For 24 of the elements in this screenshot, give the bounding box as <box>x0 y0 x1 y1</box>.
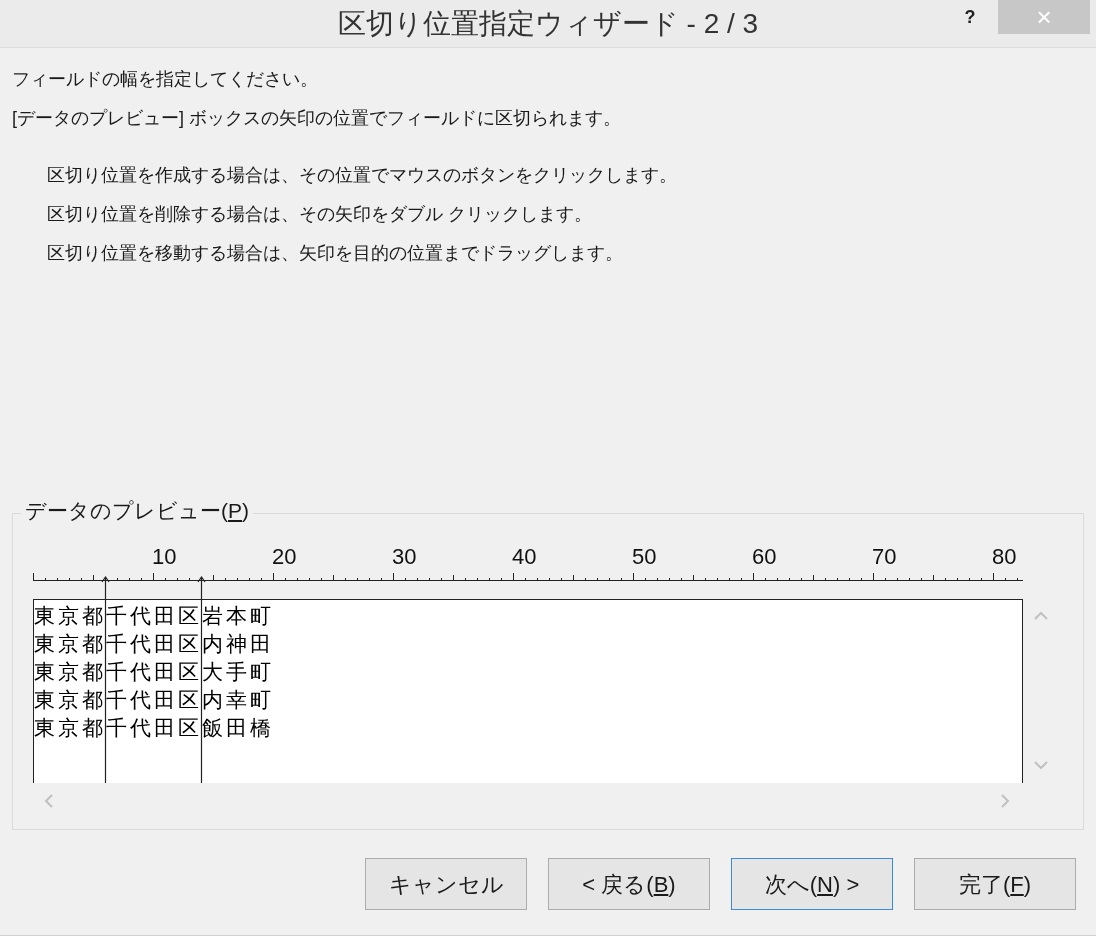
ruler-label: 50 <box>632 544 657 570</box>
preview-label: データのプレビュー(P) <box>21 498 253 524</box>
dialog-button[interactable]: 次へ(N) > <box>731 858 893 910</box>
scroll-left-icon[interactable] <box>44 794 54 808</box>
ruler-label: 30 <box>392 544 417 570</box>
window-title: 区切り位置指定ウィザード - 2 / 3 <box>337 6 759 41</box>
instruction-text: 区切り位置を作成する場合は、その位置でマウスのボタンをクリックします。 <box>47 164 677 187</box>
ruler-label: 40 <box>512 544 537 570</box>
ruler-label: 20 <box>272 544 297 570</box>
ruler-label: 60 <box>752 544 777 570</box>
instruction-text: フィールドの幅を指定してください。 <box>12 68 318 91</box>
dialog-button[interactable]: 完了(F) <box>914 858 1076 910</box>
instruction-text: [データのプレビュー] ボックスの矢印の位置でフィールドに区切られます。 <box>12 107 621 130</box>
ruler-label: 80 <box>992 544 1017 570</box>
scroll-right-icon[interactable] <box>1000 794 1010 808</box>
dialog-button[interactable]: キャンセル <box>365 858 527 910</box>
ruler-label: 10 <box>152 544 177 570</box>
instruction-text: 区切り位置を移動する場合は、矢印を目的の位置までドラッグします。 <box>47 242 623 265</box>
instruction-text: 区切り位置を削除する場合は、その矢印をダブル クリックします。 <box>47 203 592 226</box>
scroll-down-icon[interactable] <box>1034 760 1048 770</box>
scroll-up-icon[interactable] <box>1034 611 1048 621</box>
dialog-button[interactable]: < 戻る(B) <box>548 858 710 910</box>
help-button[interactable]: ? <box>958 2 982 32</box>
ruler-label: 70 <box>872 544 897 570</box>
